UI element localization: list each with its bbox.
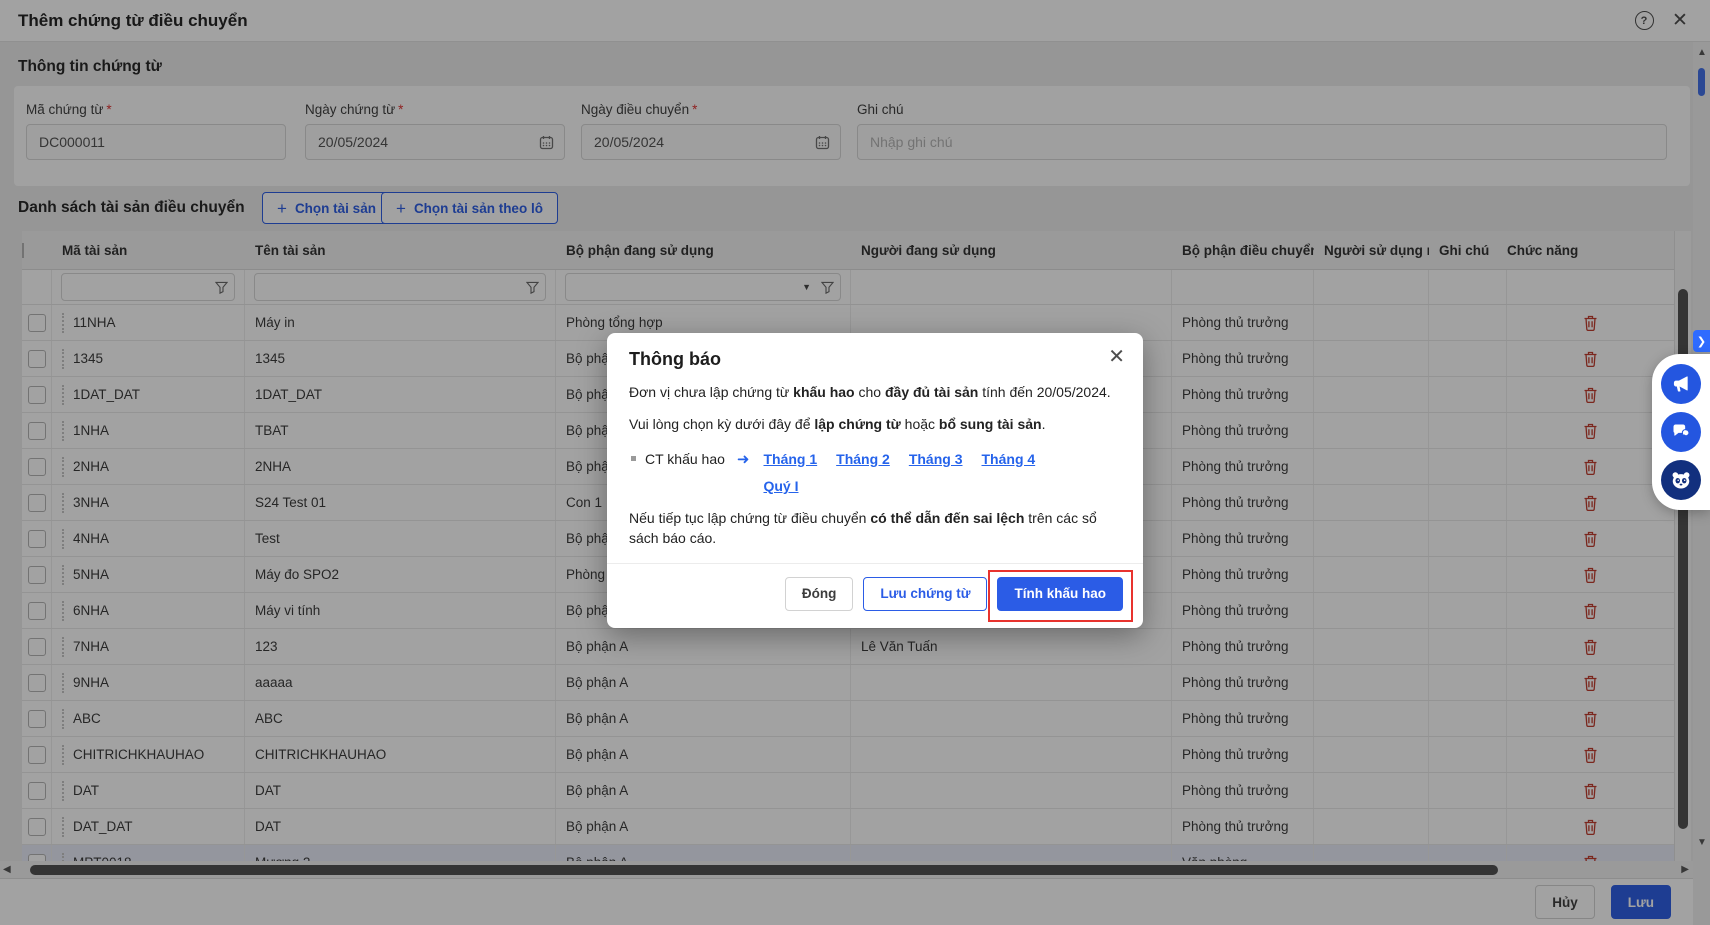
modal-title: Thông báo <box>629 349 1121 370</box>
arrow-right-icon: ➜ <box>737 449 750 471</box>
modal-warning-text: Nếu tiếp tục lập chứng từ điều chuyển có… <box>629 508 1121 549</box>
modal-close-button[interactable]: Đóng <box>785 577 854 611</box>
period-link[interactable]: Tháng 2 <box>836 449 890 469</box>
notification-modal: Thông báo ✕ Đơn vị chưa lập chứng từ khấ… <box>607 333 1143 628</box>
modal-footer: Đóng Lưu chứng từ Tính khấu hao <box>607 563 1143 628</box>
mascot-panda-icon[interactable] <box>1661 460 1701 500</box>
chat-icon[interactable] <box>1661 412 1701 452</box>
modal-calc-depreciation-button[interactable]: Tính khấu hao <box>997 577 1123 611</box>
period-link[interactable]: Quý I <box>763 476 798 496</box>
period-link[interactable]: Tháng 3 <box>909 449 963 469</box>
announcement-icon[interactable] <box>1661 364 1701 404</box>
period-link[interactable]: Tháng 4 <box>982 449 1036 469</box>
modal-save-doc-button[interactable]: Lưu chứng từ <box>863 577 987 611</box>
modal-close-icon[interactable]: ✕ <box>1108 347 1125 367</box>
period-links: Tháng 1 Tháng 2 Tháng 3 Tháng 4 Quý I <box>763 449 1063 497</box>
modal-message-line1: Đơn vị chưa lập chứng từ khấu hao cho đầ… <box>629 382 1121 402</box>
period-link[interactable]: Tháng 1 <box>763 449 817 469</box>
period-row-label: CT khấu hao <box>645 449 725 469</box>
depreciation-period-row: CT khấu hao ➜ Tháng 1Tháng 2Tháng 3Tháng… <box>629 449 1121 497</box>
support-widget-panel <box>1652 354 1710 510</box>
widget-collapse-chevron-icon[interactable]: ❯ <box>1693 330 1710 352</box>
modal-message-line2: Vui lòng chọn kỳ dưới đây để lập chứng t… <box>629 414 1121 434</box>
bullet-icon <box>631 456 636 461</box>
